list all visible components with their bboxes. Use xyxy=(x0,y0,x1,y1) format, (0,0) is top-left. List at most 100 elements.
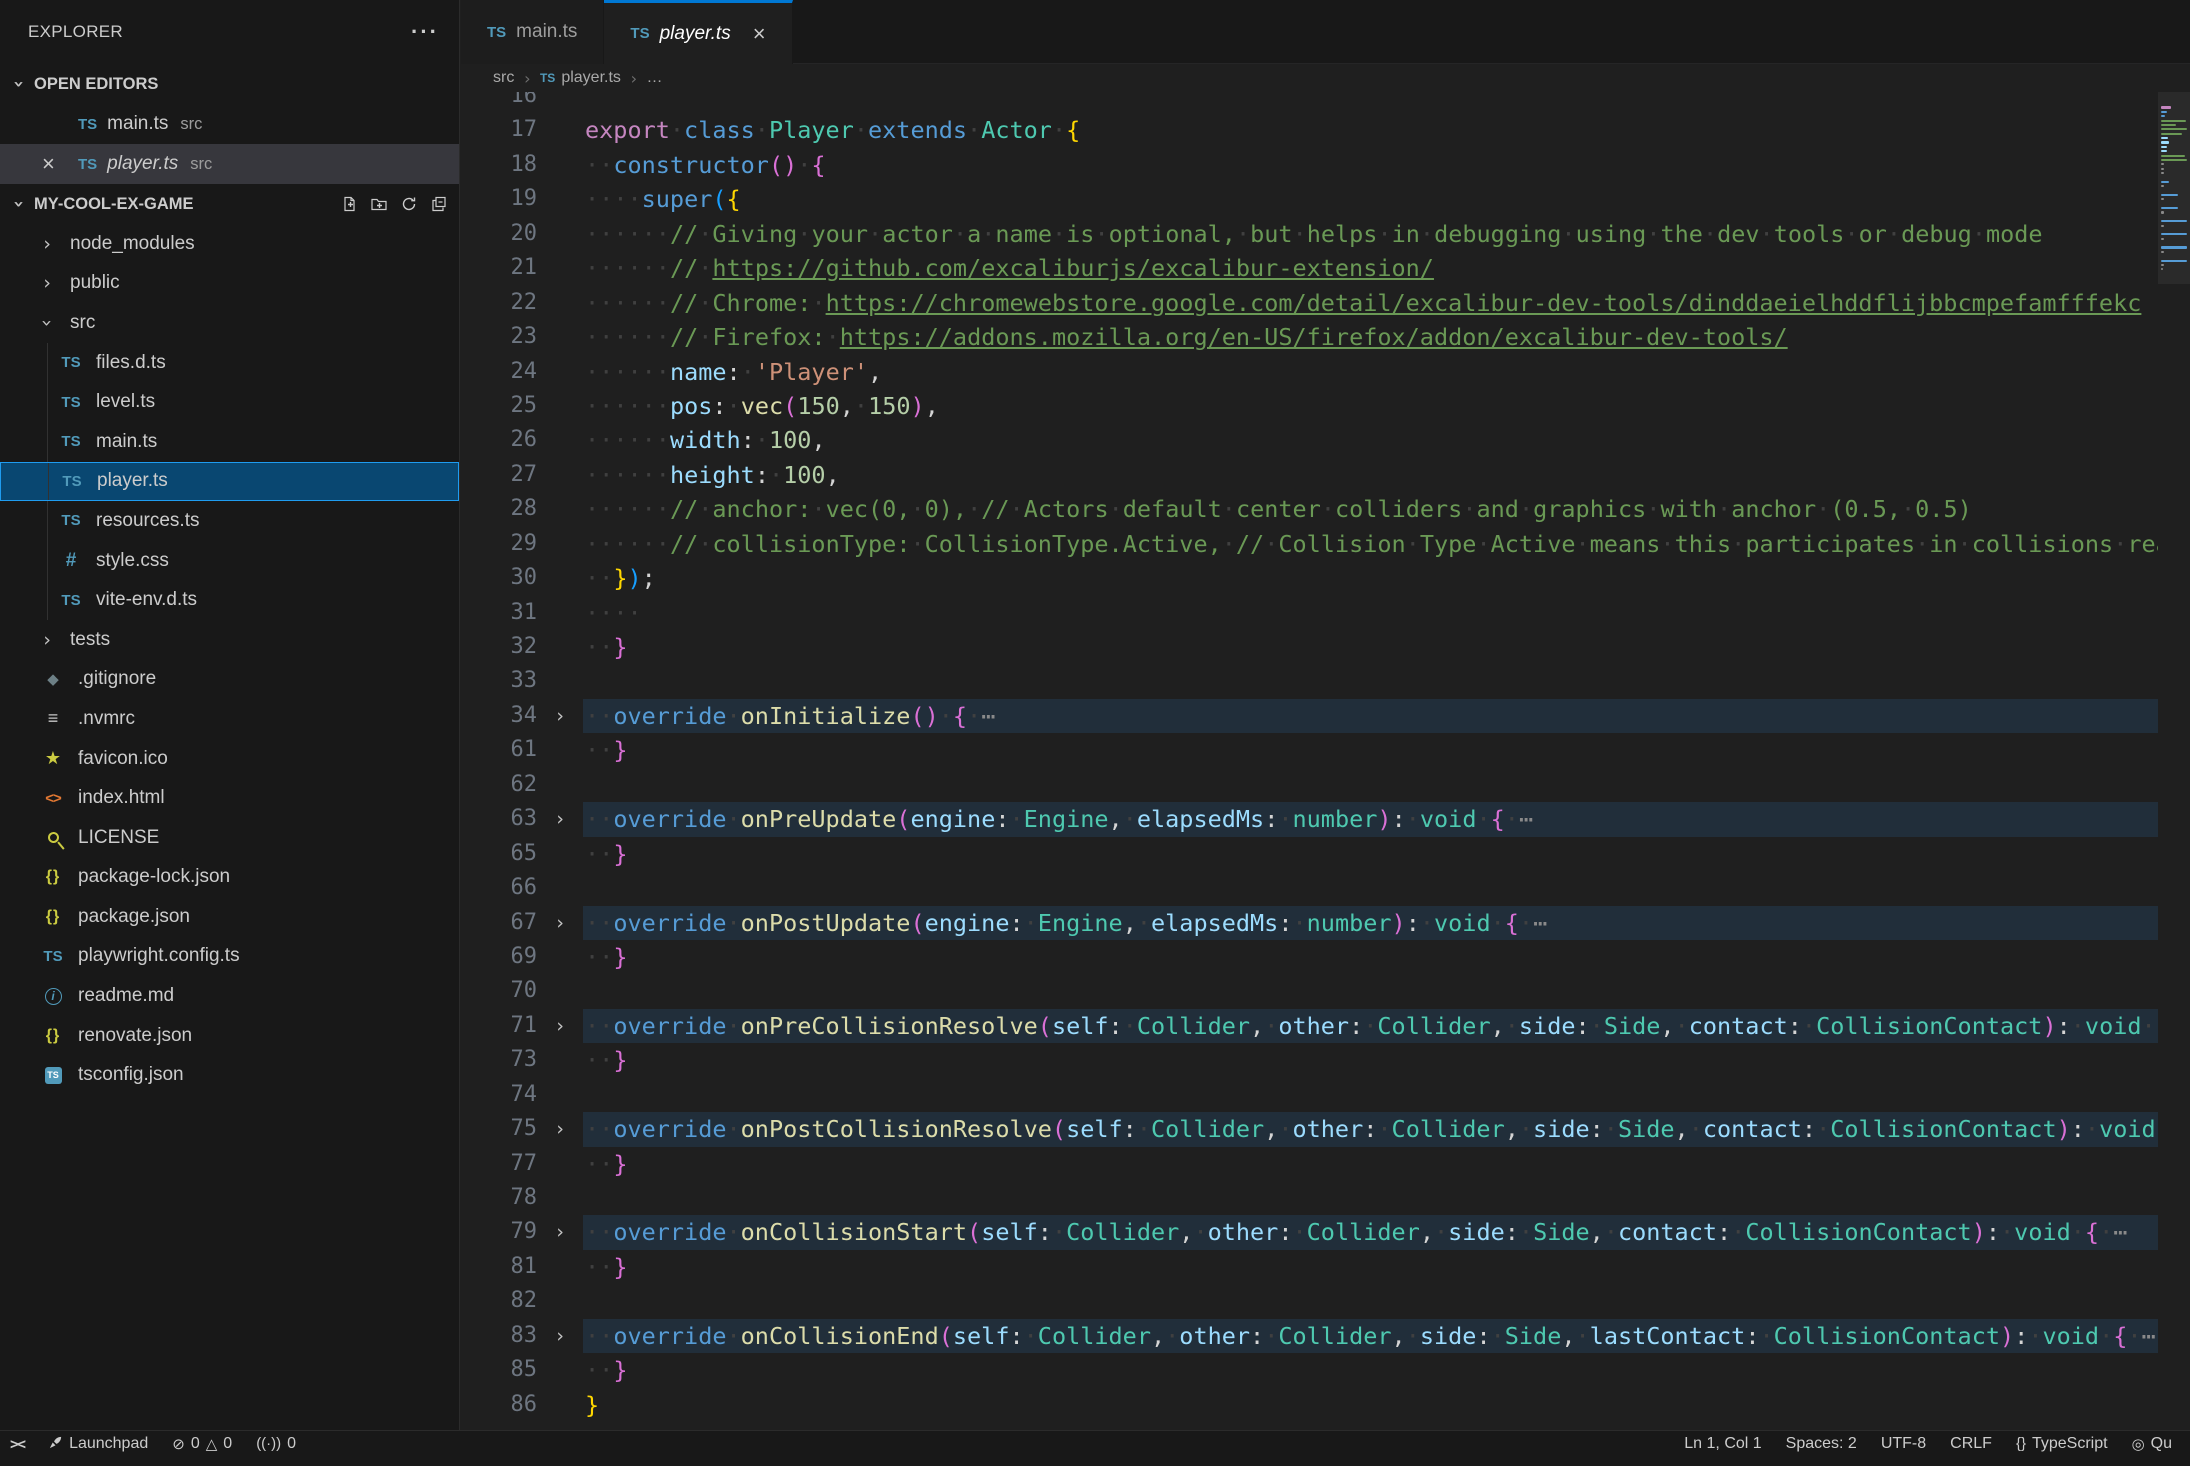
file-icon-cell: ★ xyxy=(38,748,68,769)
fold-chevron-icon[interactable]: › xyxy=(537,1112,583,1146)
tree-file-license[interactable]: LICENSE xyxy=(0,818,459,858)
tree-file-resources-ts[interactable]: TSresources.ts xyxy=(0,501,459,541)
minimap-line xyxy=(2161,172,2164,174)
open-editor-filename: player.ts xyxy=(107,153,178,175)
more-actions-icon[interactable]: ··· xyxy=(411,19,439,45)
minimap-line xyxy=(2161,229,2163,231)
whitespace-dot: · xyxy=(599,1218,613,1246)
whitespace-dot: · xyxy=(2099,1322,2113,1350)
code-text: ··constructor()·{ xyxy=(583,148,2158,182)
file-icon-cell: TS xyxy=(38,948,68,965)
license-key-icon xyxy=(45,830,60,845)
tree-file-player-ts[interactable]: TSplayer.ts xyxy=(0,462,459,502)
tree-file-files-d-ts[interactable]: TSfiles.d.ts xyxy=(0,343,459,383)
whitespace-dot: · xyxy=(1519,1218,1533,1246)
line-number: 30 xyxy=(461,561,537,595)
new-folder-icon[interactable] xyxy=(371,196,387,212)
code-text: ··override·onPostCollisionResolve(self:·… xyxy=(583,1112,2158,1146)
minimap-line xyxy=(2161,124,2176,126)
fold-chevron-icon[interactable]: › xyxy=(537,802,583,836)
code-editor[interactable]: 1617export·class·Player·extends·Actor·{1… xyxy=(461,92,2158,1447)
fold-chevron-icon[interactable]: › xyxy=(537,1319,583,1353)
tree-file-playwright-config-ts[interactable]: TSplaywright.config.ts xyxy=(0,937,459,977)
circle-icon: ◎ xyxy=(2132,1435,2145,1453)
tree-file-index-html[interactable]: <>index.html xyxy=(0,778,459,818)
status-ln-1-col-1[interactable]: Ln 1, Col 1 xyxy=(1684,1435,1761,1453)
status-crlf[interactable]: CRLF xyxy=(1950,1435,1992,1453)
json-icon: {} xyxy=(46,1027,60,1045)
new-file-icon[interactable] xyxy=(341,196,357,212)
line-number: 73 xyxy=(461,1043,537,1077)
whitespace-dot: · xyxy=(1278,805,1292,833)
status-spaces-2[interactable]: Spaces: 2 xyxy=(1786,1435,1857,1453)
refresh-icon[interactable] xyxy=(401,196,417,212)
breadcrumb-item[interactable]: src xyxy=(493,69,514,87)
status-problems[interactable]: ⊘0△0 xyxy=(172,1435,232,1453)
whitespace-dot: · xyxy=(910,530,924,558)
open-editors-list: TSmain.tssrc×TSplayer.tssrc xyxy=(0,104,459,184)
tree-file-readme-md[interactable]: ireadme.md xyxy=(0,976,459,1016)
tree-file-vite-env-d-ts[interactable]: TSvite-env.d.ts xyxy=(0,580,459,620)
line-number: 18 xyxy=(461,148,537,182)
tree-folder-src[interactable]: ›src xyxy=(0,303,459,343)
fold-chevron-icon[interactable]: › xyxy=(537,1009,583,1043)
whitespace-dot: · xyxy=(585,392,599,420)
tree-file-favicon-ico[interactable]: ★favicon.ico xyxy=(0,739,459,779)
tree-file-tsconfig-json[interactable]: TStsconfig.json xyxy=(0,1055,459,1095)
status-rocket[interactable]: Launchpad xyxy=(48,1435,148,1453)
tree-folder-node-modules[interactable]: ›node_modules xyxy=(0,224,459,264)
open-editor-item[interactable]: TSmain.tssrc xyxy=(0,104,459,144)
fold-chevron-icon[interactable]: › xyxy=(537,906,583,940)
whitespace-dot: · xyxy=(1264,530,1278,558)
status-utf-8[interactable]: UTF-8 xyxy=(1881,1435,1926,1453)
breadcrumb-item[interactable]: player.ts xyxy=(561,69,621,87)
open-editor-item[interactable]: ×TSplayer.tssrc xyxy=(0,144,459,184)
whitespace-dot: · xyxy=(1293,1218,1307,1246)
open-editors-header[interactable]: › OPEN EDITORS xyxy=(0,64,459,104)
line-number: 77 xyxy=(461,1147,537,1181)
file-icon-cell: TS xyxy=(38,1067,68,1084)
whitespace-dot: · xyxy=(2085,1115,2099,1143)
fold-chevron-icon[interactable]: › xyxy=(537,1215,583,1249)
whitespace-dot: · xyxy=(967,495,981,523)
tree-file-renovate-json[interactable]: {}renovate.json xyxy=(0,1016,459,1056)
minimap[interactable] xyxy=(2158,92,2190,1447)
tree-folder-tests[interactable]: ›tests xyxy=(0,620,459,660)
tree-file--nvmrc[interactable]: ≡.nvmrc xyxy=(0,699,459,739)
minimap-line xyxy=(2161,181,2169,183)
code-line: 81··} xyxy=(461,1250,2158,1284)
whitespace-dot: · xyxy=(1476,530,1490,558)
tree-file-main-ts[interactable]: TSmain.ts xyxy=(0,422,459,462)
status-typescript[interactable]: {}TypeScript xyxy=(2016,1435,2108,1453)
breadcrumb[interactable]: src›TSplayer.ts›… xyxy=(461,64,2158,92)
whitespace-dot: · xyxy=(1434,1218,1448,1246)
collapse-all-icon[interactable] xyxy=(431,196,447,212)
typescript-icon: TS xyxy=(61,354,80,371)
tree-file-level-ts[interactable]: TSlevel.ts xyxy=(0,382,459,422)
whitespace-dot: · xyxy=(1123,805,1137,833)
breadcrumb-item[interactable]: … xyxy=(647,69,663,87)
tree-file-package-lock-json[interactable]: {}package-lock.json xyxy=(0,858,459,898)
whitespace-dot: · xyxy=(1193,1218,1207,1246)
status-qu[interactable]: ◎Qu xyxy=(2132,1435,2172,1453)
tab-main-ts[interactable]: TSmain.ts xyxy=(461,0,604,64)
status-remote-indicator[interactable]: >< xyxy=(10,1435,24,1453)
fold-column xyxy=(537,630,583,664)
code-text: export·class·Player·extends·Actor·{ xyxy=(583,113,2158,147)
fold-column xyxy=(537,320,583,354)
status-ports[interactable]: ((·))0 xyxy=(256,1435,296,1453)
tree-file--gitignore[interactable]: ◆.gitignore xyxy=(0,660,459,700)
close-icon[interactable]: × xyxy=(753,21,766,47)
typescript-icon: TS xyxy=(61,512,80,529)
tree-file-style-css[interactable]: #style.css xyxy=(0,541,459,581)
tab-player-ts[interactable]: TSplayer.ts× xyxy=(604,0,792,64)
close-icon[interactable]: × xyxy=(42,144,55,184)
fold-chevron-icon[interactable]: › xyxy=(537,699,583,733)
project-root-header[interactable]: › MY-COOL-EX-GAME xyxy=(0,184,459,224)
minimap-line xyxy=(2161,251,2164,253)
whitespace-dot: · xyxy=(1109,495,1123,523)
tree-folder-public[interactable]: ›public xyxy=(0,264,459,304)
tree-file-package-json[interactable]: {}package.json xyxy=(0,897,459,937)
code-line: 20······//·Giving·your·actor·a·name·is·o… xyxy=(461,217,2158,251)
whitespace-dot: · xyxy=(1377,1115,1391,1143)
